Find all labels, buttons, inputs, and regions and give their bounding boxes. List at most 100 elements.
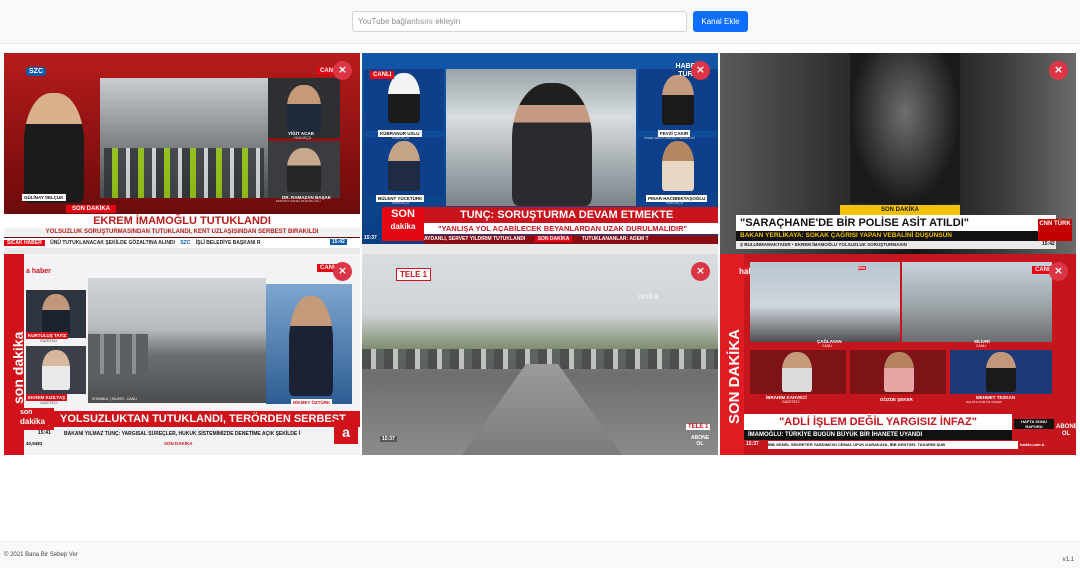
guest-figure [42,350,70,390]
top-bar: Kanal Ekle [0,0,1080,44]
report-tag: HAFTA SONU RAPORU [1014,419,1054,429]
subheadline: İMAMOĞLU: TÜRKİYE BUGÜN BÜYÜK BİR İHANET… [744,430,1012,440]
headline: TUNÇ: SORUŞTURMA DEVAM ETMEKTE [424,207,718,223]
news-ticker: SICAK HABER ÜNÜ TUTUKLANACAK ŞEKİLDE GÖZ… [4,238,360,248]
breaking-label: SON DAKİKA [840,205,960,215]
channel-logo: SZC [26,67,46,76]
guest-figure [388,73,420,123]
subheadline: BAKAN YERLİKAYA: SOKAK ÇAĞRISI YAPAN VEB… [736,231,1056,241]
subheadline: YOLSUZLUK SORUŞTURMASINDAN TUTUKLANDI, K… [4,228,360,237]
headline: EKREM İMAMOĞLU TUTUKLANDI [4,214,360,228]
headline: "ADLİ İŞLEM DEĞİL YARGISIZ İNFAZ" [744,414,1012,430]
video-tile-ahaber[interactable]: son dakika a haber KURTULUŞ TAYİZ GAZETE… [4,254,360,455]
anchor-figure [289,296,333,396]
anchor-figure [24,93,84,203]
ticker-text: AYDANLI, SERVET YILDIRIM TUTUKLANDI [424,236,526,242]
clock: 15:37 [746,441,759,447]
son-label: son [20,409,33,416]
bist-value: 40,9483 [26,441,43,446]
ticker-text-right: TUTUKLANANLAR: ADEM T [581,236,649,242]
clock: 15:37 [380,436,397,442]
close-tile-button[interactable]: × [691,262,710,281]
breaking-label: SON DAKİKA [66,205,117,213]
news-ticker: BAKANI YILMAZ TUNÇ: YARGISAL SÜREÇLER, H… [64,431,301,437]
ticker-label: SICAK HABER [4,240,45,246]
close-tile-button[interactable]: × [1049,262,1068,281]
close-tile-button[interactable]: × [333,61,352,80]
clock: 15:37 [364,235,377,241]
news-ticker: AYDANLI, SERVET YILDIRIM TUTUKLANDI SON … [424,235,718,244]
location-sub: CANLI [822,344,833,348]
clock: 15:42 [1042,241,1055,247]
guest-figure [388,141,420,191]
role-tag: HUKUKÇU [392,136,410,140]
ticker-brand: SZC [180,240,191,246]
add-channel-button[interactable]: Kanal Ekle [693,11,748,32]
corner-logo: TELE 1 [686,424,711,430]
location-sub: CANLI [976,344,987,348]
channel-logo: CNN TÜRK [1038,219,1072,241]
video-tile-tele1[interactable]: TELE 1 anka TELE 1 ABONE OL 15:37 × [362,254,718,455]
ticker-text-right: İŞLİ BELEDİYE BAŞKANI R [195,240,261,246]
dakika-label: dakika [390,222,416,231]
agency-tag: DHA [858,266,866,270]
video-tile-haberturk[interactable]: CANLI HABER TÜRK KÜBRANUR USLU HUKUKÇU B… [362,53,718,254]
guest-figure [884,352,914,392]
role-tag: GAZETECİ [782,400,800,404]
inset-video-right [902,262,1052,342]
video-tile-halktv[interactable]: SON DAKİKA halk tv DHA CANLI ÇAĞLAYAN CA… [720,254,1076,455]
watermark: anka [638,291,659,301]
guest-figure [662,141,694,191]
news-ticker: İBB GENEL SEKRETER YARDIMCISI CEMAL UFUK… [768,441,1018,449]
clock: 15:42 [330,239,347,245]
ticker-tag: SON DAKİKA [164,441,193,446]
guest-figure [782,352,812,392]
name-tag: EKREM KIZILTAŞ [26,394,68,401]
scene-detail [850,53,960,203]
close-tile-button[interactable]: × [691,61,710,80]
video-tile-szc[interactable]: SZC CANLI GÜLİNAY SELÇUK YİĞİT ACAR HUKU… [4,53,360,254]
headline: "SARAÇHANE'DE BİR POLİSE ASİT ATILDI" [736,215,1056,231]
bottom-strip [362,244,718,254]
cars-graphic [88,334,148,374]
name-tag: HİKMET ÖZTÜRK [291,399,333,406]
role-tag: HUKUKÇU [294,136,312,140]
video-grid: SZC CANLI GÜLİNAY SELÇUK YİĞİT ACAR HUKU… [4,53,1076,455]
guest-figure [42,294,70,334]
son-label: SON [391,208,415,220]
side-text: son dakika [10,331,26,404]
location-tag: İSTANBUL | SİLİVRİ - CANLI [92,397,138,401]
headline: YOLSUZLUKTAN TUTUKLANDI, TERÖRDEN SERBES… [54,411,360,427]
close-tile-button[interactable]: × [333,262,352,281]
guest-figure [986,352,1016,392]
name-tag: KURTULUŞ TAYİZ [26,332,69,339]
youtube-url-input[interactable] [352,11,687,32]
inset-video-left [750,262,900,342]
clock: 15:41 [38,430,51,436]
dakika-label: dakika [20,417,45,426]
role-tag: CİNER MEDYA ANKARA TEMSİLCİSİ [644,136,695,140]
channel-logo-corner: a [334,420,358,444]
video-tile-cnnturk[interactable]: SON DAKİKA "SARAÇHANE'DE BİR POLİSE ASİT… [720,53,1076,254]
copyright-text: © 2021 Bana Bir Sebep Ver [4,552,78,558]
guest-figure [662,75,694,125]
ticker-text: ÜNÜ TUTUKLANACAK ŞEKİLDE GÖZALTINA ALIND… [50,240,175,246]
role-tag: GAZETECİ [40,401,58,405]
role-tag: HALKTV.COM.TR YAZARI [966,400,1002,404]
version-label: v1.1 [1062,557,1074,563]
footer: © 2021 Bana Bir Sebep Ver v1.1 [0,541,1080,568]
close-tile-button[interactable]: × [1049,61,1068,80]
name-tag: GÖZDE ŞEKER [880,397,913,402]
role-tag: HUKUKÇU [392,201,410,205]
son-dakika-badge: SON dakika [382,207,424,241]
guest-figure [287,148,321,192]
subheadline: "YANLIŞA YOL AÇABİLECEK BEYANLARDAN UZAK… [424,223,718,234]
news-ticker: Ş BULUNMAMAKTADIR • EKREM İMAMOĞLU YOLSU… [736,241,1056,249]
subscribe-label: ABONE OL [690,435,710,447]
name-tag: GÜLİNAY SELÇUK [22,194,66,201]
ticker-tag: SON DAKİKA [534,236,573,242]
son-dakika-badge: son dakika [16,408,54,430]
guest-figure [287,85,321,133]
ticker-site: halktv.com.tr [1020,442,1045,447]
live-badge: CANLI [370,71,395,79]
